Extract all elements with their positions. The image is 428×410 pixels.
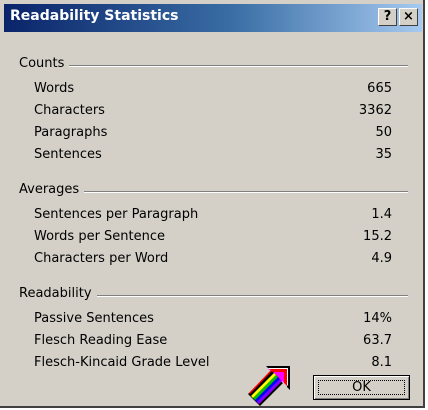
averages-heading: Averages — [19, 182, 85, 197]
stat-row-flesch-kincaid-grade: Flesch-Kincaid Grade Level 8.1 — [19, 352, 408, 374]
stat-label: Paragraphs — [34, 125, 108, 140]
counts-heading: Counts — [19, 56, 70, 71]
stat-row-paragraphs: Paragraphs 50 — [19, 122, 408, 144]
stat-value: 1.4 — [371, 207, 392, 222]
stat-row-characters-per-word: Characters per Word 4.9 — [19, 248, 408, 270]
stat-row-words-per-sentence: Words per Sentence 15.2 — [19, 226, 408, 248]
readability-group: Readability Passive Sentences 14% Flesch… — [19, 286, 408, 374]
stat-label: Passive Sentences — [34, 311, 154, 326]
stat-label: Words per Sentence — [34, 229, 166, 244]
stat-label: Characters per Word — [34, 251, 169, 266]
stat-label: Words — [34, 81, 75, 96]
stat-value: 4.9 — [371, 251, 392, 266]
stat-row-passive-sentences: Passive Sentences 14% — [19, 308, 408, 330]
stat-label: Sentences — [34, 147, 102, 162]
stat-row-sentences: Sentences 35 — [19, 144, 408, 166]
stat-value: 15.2 — [363, 229, 392, 244]
stat-value: 3362 — [358, 103, 392, 118]
group-divider — [19, 65, 408, 67]
stat-row-sentences-per-paragraph: Sentences per Paragraph 1.4 — [19, 204, 408, 226]
stat-row-flesch-reading-ease: Flesch Reading Ease 63.7 — [19, 330, 408, 352]
stat-value: 63.7 — [363, 333, 392, 348]
stat-value: 35 — [375, 147, 392, 162]
help-icon: ? — [383, 9, 392, 24]
window-title: Readability Statistics — [10, 8, 179, 24]
ok-button-label: OK — [352, 380, 371, 395]
averages-group: Averages Sentences per Paragraph 1.4 Wor… — [19, 182, 408, 270]
stat-label: Sentences per Paragraph — [34, 207, 199, 222]
readability-statistics-dialog: Readability Statistics ? × Counts Words … — [0, 0, 425, 408]
close-button[interactable]: × — [399, 8, 418, 26]
counts-group: Counts Words 665 Characters 3362 Paragra… — [19, 56, 408, 166]
stat-value: 50 — [375, 125, 392, 140]
stat-value: 665 — [367, 81, 392, 96]
readability-heading: Readability — [19, 286, 97, 301]
stat-row-words: Words 665 — [19, 78, 408, 100]
close-icon: × — [403, 9, 414, 24]
stat-value: 14% — [363, 311, 392, 326]
title-bar[interactable]: Readability Statistics ? × — [4, 4, 422, 32]
stat-value: 8.1 — [371, 355, 392, 370]
stat-label: Flesch Reading Ease — [34, 333, 168, 348]
ok-button[interactable]: OK — [313, 375, 410, 400]
help-button[interactable]: ? — [378, 8, 397, 26]
stat-row-characters: Characters 3362 — [19, 100, 408, 122]
stat-label: Flesch-Kincaid Grade Level — [34, 355, 210, 370]
rainbow-arrow-icon — [248, 366, 290, 406]
stat-label: Characters — [34, 103, 105, 118]
